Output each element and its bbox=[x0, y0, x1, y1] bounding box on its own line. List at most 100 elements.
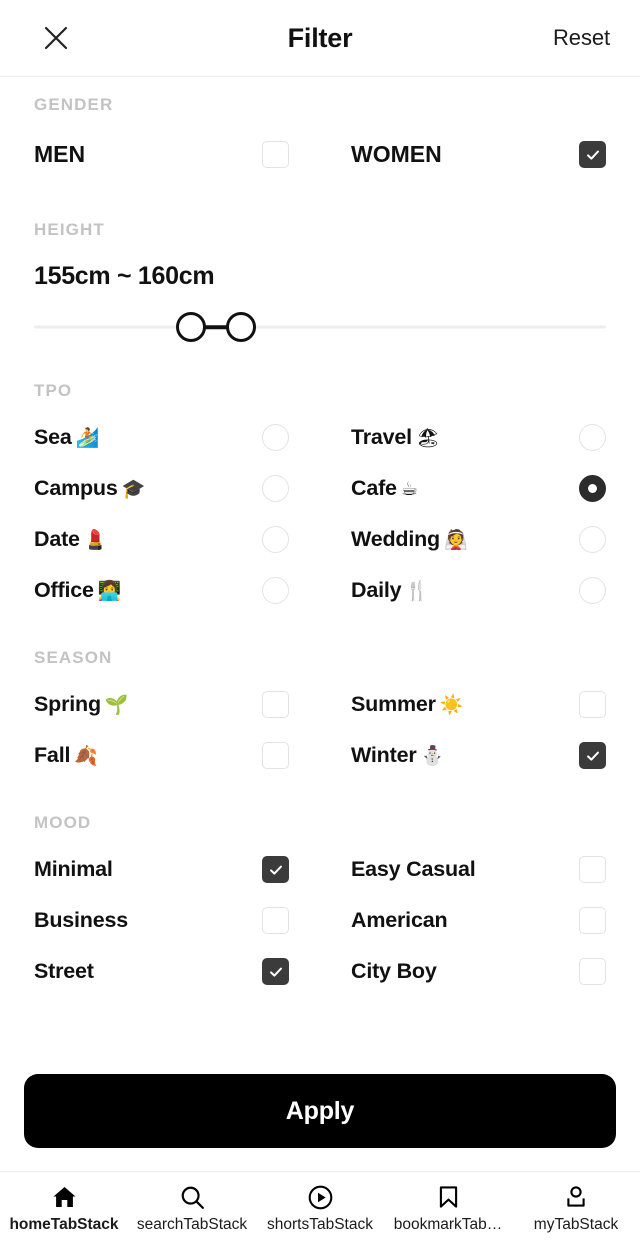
option-label: Winter ⛄ bbox=[351, 743, 444, 767]
section-label-season: SEASON bbox=[34, 648, 113, 667]
option-emoji: 🏄 bbox=[75, 427, 100, 449]
checkbox-business[interactable] bbox=[262, 907, 289, 934]
section-label-mood: MOOD bbox=[34, 813, 92, 832]
checkbox-street[interactable] bbox=[262, 958, 289, 985]
filter-body[interactable]: GENDER MEN WOMEN HEIGHT 155cm ~ 160cm TP… bbox=[0, 77, 640, 1172]
radio-date[interactable] bbox=[262, 526, 289, 553]
option-summer[interactable]: Summer ☀️ bbox=[351, 679, 606, 730]
search-icon bbox=[179, 1183, 206, 1211]
option-city-boy[interactable]: City Boy bbox=[351, 946, 606, 997]
radio-travel[interactable] bbox=[579, 424, 606, 451]
slider-handle-max[interactable] bbox=[226, 312, 257, 342]
radio-campus[interactable] bbox=[262, 475, 289, 502]
tab-search[interactable]: searchTabStack bbox=[128, 1183, 256, 1234]
section-label-gender: GENDER bbox=[34, 95, 114, 114]
filter-screen: Filter Reset GENDER MEN WOMEN HEIGHT 155… bbox=[0, 0, 640, 1247]
tab-label: shortsTabStack bbox=[267, 1216, 373, 1233]
home-icon bbox=[51, 1183, 78, 1211]
option-label: Summer ☀️ bbox=[351, 692, 464, 716]
section-mood: MOOD Minimal Easy Casual Business Americ… bbox=[0, 781, 640, 997]
option-emoji: 💄 bbox=[83, 529, 108, 551]
option-easy-casual[interactable]: Easy Casual bbox=[351, 844, 606, 895]
option-label: Sea 🏄 bbox=[34, 425, 100, 449]
checkbox-minimal[interactable] bbox=[262, 856, 289, 883]
checkbox-men[interactable] bbox=[262, 141, 289, 168]
header: Filter Reset bbox=[0, 0, 640, 76]
option-emoji: 🎓 bbox=[121, 478, 146, 500]
option-daily[interactable]: Daily 🍴 bbox=[351, 565, 606, 616]
option-emoji: ☀️ bbox=[439, 694, 464, 716]
radio-daily[interactable] bbox=[579, 577, 606, 604]
option-label: Fall 🍂 bbox=[34, 743, 98, 767]
radio-wedding[interactable] bbox=[579, 526, 606, 553]
option-emoji: 🌱 bbox=[104, 694, 129, 716]
bottom-tab-bar: homeTabStack searchTabStack shortsTabSta… bbox=[0, 1171, 640, 1247]
option-label: Daily 🍴 bbox=[351, 578, 429, 602]
option-street[interactable]: Street bbox=[34, 946, 289, 997]
option-label: Minimal bbox=[34, 857, 113, 881]
height-value: 155cm ~ 160cm bbox=[34, 262, 215, 290]
checkbox-spring[interactable] bbox=[262, 691, 289, 718]
section-label-tpo: TPO bbox=[34, 381, 73, 400]
section-label-height: HEIGHT bbox=[34, 220, 105, 239]
option-label: MEN bbox=[34, 141, 86, 167]
option-label: Business bbox=[34, 908, 128, 932]
tab-my[interactable]: myTabStack bbox=[512, 1183, 640, 1234]
reset-button[interactable]: Reset bbox=[553, 25, 610, 51]
radio-sea[interactable] bbox=[262, 424, 289, 451]
gender-options: MEN WOMEN bbox=[34, 129, 606, 180]
option-label: Office 👩‍💻 bbox=[34, 578, 122, 602]
tab-label: bookmarkTab… bbox=[393, 1216, 503, 1233]
option-label: Cafe ☕ bbox=[351, 476, 418, 500]
option-men[interactable]: MEN bbox=[34, 129, 289, 180]
tab-home[interactable]: homeTabStack bbox=[0, 1183, 128, 1234]
tpo-options: Sea 🏄 Travel 🏖 Campus 🎓 Cafe ☕ Date 💄 We… bbox=[34, 412, 606, 616]
tab-label: myTabStack bbox=[533, 1216, 619, 1233]
page-title: Filter bbox=[287, 22, 353, 53]
radio-office[interactable] bbox=[262, 577, 289, 604]
checkbox-american[interactable] bbox=[579, 907, 606, 934]
option-label: City Boy bbox=[351, 959, 437, 983]
option-business[interactable]: Business bbox=[34, 895, 289, 946]
checkbox-easy-casual[interactable] bbox=[579, 856, 606, 883]
play-circle-icon bbox=[307, 1183, 334, 1211]
option-label: Spring 🌱 bbox=[34, 692, 129, 716]
radio-cafe[interactable] bbox=[579, 475, 606, 502]
option-label: Wedding 👰 bbox=[351, 527, 468, 551]
option-winter[interactable]: Winter ⛄ bbox=[351, 730, 606, 781]
person-icon bbox=[563, 1183, 589, 1211]
option-fall[interactable]: Fall 🍂 bbox=[34, 730, 289, 781]
option-spring[interactable]: Spring 🌱 bbox=[34, 679, 289, 730]
option-travel[interactable]: Travel 🏖 bbox=[351, 412, 606, 463]
slider-handle-min[interactable] bbox=[176, 312, 207, 342]
option-date[interactable]: Date 💄 bbox=[34, 514, 289, 565]
checkbox-summer[interactable] bbox=[579, 691, 606, 718]
apply-button[interactable]: Apply bbox=[24, 1074, 616, 1148]
option-label: WOMEN bbox=[351, 141, 442, 167]
option-minimal[interactable]: Minimal bbox=[34, 844, 289, 895]
tab-shorts[interactable]: shortsTabStack bbox=[256, 1183, 384, 1234]
option-emoji: 🏖 bbox=[415, 427, 440, 449]
section-height: HEIGHT 155cm ~ 160cm bbox=[0, 180, 640, 349]
option-emoji: 👰 bbox=[443, 529, 468, 551]
checkbox-fall[interactable] bbox=[262, 742, 289, 769]
option-label: Easy Casual bbox=[351, 857, 476, 881]
tab-bookmark[interactable]: bookmarkTab… bbox=[384, 1183, 512, 1234]
section-tpo: TPO Sea 🏄 Travel 🏖 Campus 🎓 Cafe ☕ Date … bbox=[0, 349, 640, 616]
option-american[interactable]: American bbox=[351, 895, 606, 946]
checkbox-winter[interactable] bbox=[579, 742, 606, 769]
checkbox-city-boy[interactable] bbox=[579, 958, 606, 985]
close-button[interactable] bbox=[34, 16, 78, 60]
checkbox-women[interactable] bbox=[579, 141, 606, 168]
option-emoji: 👩‍💻 bbox=[97, 580, 122, 602]
height-range-slider[interactable] bbox=[34, 305, 606, 349]
option-sea[interactable]: Sea 🏄 bbox=[34, 412, 289, 463]
slider-track[interactable] bbox=[34, 325, 606, 329]
option-label: Street bbox=[34, 959, 94, 983]
option-cafe[interactable]: Cafe ☕ bbox=[351, 463, 606, 514]
option-office[interactable]: Office 👩‍💻 bbox=[34, 565, 289, 616]
option-campus[interactable]: Campus 🎓 bbox=[34, 463, 289, 514]
mood-options: Minimal Easy Casual Business American St… bbox=[34, 844, 606, 997]
option-women[interactable]: WOMEN bbox=[351, 129, 606, 180]
option-wedding[interactable]: Wedding 👰 bbox=[351, 514, 606, 565]
